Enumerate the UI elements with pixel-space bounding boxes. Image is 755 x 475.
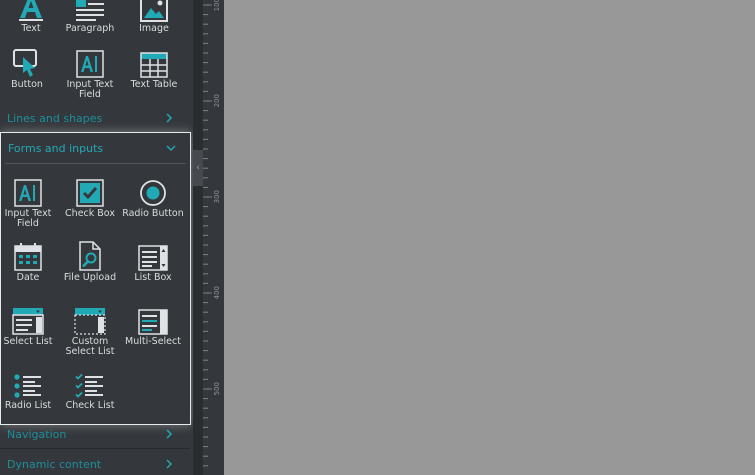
section-title: Forms and inputs xyxy=(8,141,104,155)
button-widget-tile[interactable]: Button xyxy=(0,48,58,90)
select-list-icon xyxy=(11,305,45,335)
text-table-icon xyxy=(137,48,171,78)
collapse-panel-button[interactable]: ‹ xyxy=(193,150,203,186)
multi-select-widget-tile[interactable]: Multi-Select xyxy=(122,305,184,347)
radio-button-widget-tile[interactable]: Radio Button xyxy=(122,177,184,219)
radio-list-widget-tile[interactable]: Radio List xyxy=(0,369,59,411)
tile-label: Paragraph xyxy=(65,23,115,34)
input-text-field-widget-tile[interactable]: Input Text Field xyxy=(0,177,59,229)
ruler-ticks xyxy=(203,4,212,467)
tile-label: Input Text Field xyxy=(4,208,52,229)
multi-select-icon xyxy=(136,305,170,335)
radio-button-icon xyxy=(136,177,170,207)
input-text-field-icon xyxy=(73,48,107,78)
image-widget-tile[interactable]: Image xyxy=(123,0,185,34)
ruler-label: 500 xyxy=(213,382,221,396)
tile-label: Text Table xyxy=(130,79,178,90)
tile-label: List Box xyxy=(134,272,172,283)
tile-label: Check List xyxy=(65,400,115,411)
divider xyxy=(0,448,190,449)
widget-panel: Text Paragraph Image Button Input Text F… xyxy=(0,0,193,475)
chevron-left-icon: ‹ xyxy=(196,163,200,173)
tile-label: Image xyxy=(139,23,169,34)
paragraph-icon xyxy=(73,0,107,22)
chevron-down-icon xyxy=(166,145,176,152)
text-widget-tile[interactable]: Text xyxy=(0,0,62,34)
section-navigation[interactable]: Navigation xyxy=(0,420,188,448)
vertical-ruler: 100 200 300 400 500 xyxy=(203,0,224,475)
check-list-icon xyxy=(73,369,107,399)
select-list-widget-tile[interactable]: Select List xyxy=(0,305,59,347)
file-upload-icon xyxy=(73,241,107,271)
ruler-label: 200 xyxy=(213,94,221,108)
chevron-right-icon xyxy=(166,459,173,469)
paragraph-widget-tile[interactable]: Paragraph xyxy=(59,0,121,34)
section-dynamic-content[interactable]: Dynamic content xyxy=(0,450,188,475)
input-text-field-icon xyxy=(11,177,45,207)
check-box-icon xyxy=(73,177,107,207)
chevron-right-icon xyxy=(166,113,173,123)
tile-label: Date xyxy=(16,272,40,283)
custom-select-list-widget-tile[interactable]: Custom Select List xyxy=(59,305,121,357)
tile-label: Input Text Field xyxy=(66,79,114,100)
image-icon xyxy=(137,0,171,22)
input-text-field-widget-tile[interactable]: Input Text Field xyxy=(59,48,121,100)
chevron-right-icon xyxy=(166,429,173,439)
button-icon xyxy=(10,48,44,78)
divider xyxy=(5,163,186,164)
calendar-icon xyxy=(11,241,45,271)
list-box-icon xyxy=(136,241,170,271)
text-table-widget-tile[interactable]: Text Table xyxy=(123,48,185,90)
date-widget-tile[interactable]: Date xyxy=(0,241,59,283)
tile-label: File Upload xyxy=(63,272,117,283)
radio-list-icon xyxy=(11,369,45,399)
panel-splitter[interactable] xyxy=(193,0,203,475)
section-forms-and-inputs[interactable]: Forms and inputs xyxy=(1,134,190,162)
design-canvas[interactable] xyxy=(224,0,755,475)
check-list-widget-tile[interactable]: Check List xyxy=(59,369,121,411)
list-box-widget-tile[interactable]: List Box xyxy=(122,241,184,283)
section-title: Lines and shapes xyxy=(7,111,103,125)
section-title: Navigation xyxy=(7,427,67,441)
ruler-label: 400 xyxy=(213,286,221,300)
tile-label: Check Box xyxy=(65,208,115,219)
tile-label: Custom Select List xyxy=(65,336,115,357)
file-upload-widget-tile[interactable]: File Upload xyxy=(59,241,121,283)
forms-and-inputs-panel: Forms and inputs Input Text Field Check … xyxy=(0,132,191,425)
text-icon xyxy=(14,0,48,22)
ruler-label: 300 xyxy=(213,190,221,204)
tile-label: Multi-Select xyxy=(125,336,181,347)
tile-label: Text xyxy=(21,23,41,34)
custom-select-list-icon xyxy=(73,305,107,335)
tile-label: Radio List xyxy=(4,400,52,411)
tile-label: Select List xyxy=(3,336,53,347)
tile-label: Button xyxy=(11,79,43,90)
section-lines-and-shapes[interactable]: Lines and shapes xyxy=(0,104,188,132)
tile-label: Radio Button xyxy=(122,208,184,219)
section-title: Dynamic content xyxy=(7,457,102,471)
check-box-widget-tile[interactable]: Check Box xyxy=(59,177,121,219)
ruler-label: 100 xyxy=(213,0,221,12)
